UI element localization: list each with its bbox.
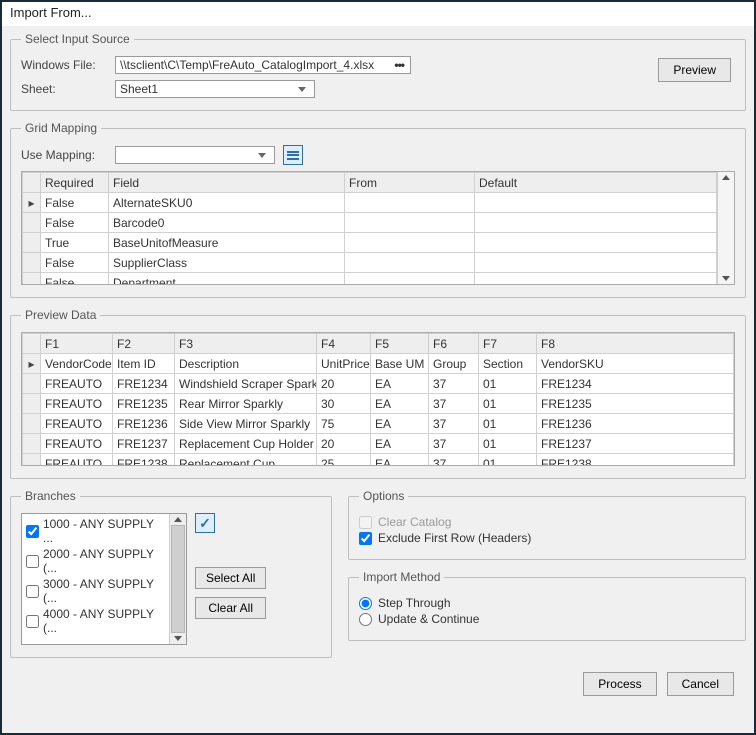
branches-group: Branches 1000 - ANY SUPPLY ...2000 - ANY… <box>10 489 332 658</box>
branch-label: 1000 - ANY SUPPLY ... <box>43 517 165 545</box>
options-group: Options Clear Catalog Exclude First Row … <box>348 489 746 560</box>
exclude-first-row-label: Exclude First Row (Headers) <box>378 531 531 545</box>
import-from-window: Import From... Select Input Source Previ… <box>0 0 756 735</box>
windows-file-label: Windows File: <box>21 58 107 72</box>
branch-label: 2000 - ANY SUPPLY (... <box>43 547 165 575</box>
input-source-legend: Select Input Source <box>21 32 134 46</box>
cancel-button[interactable]: Cancel <box>667 672 734 696</box>
use-mapping-select[interactable] <box>115 146 275 164</box>
preview-data-legend: Preview Data <box>21 308 100 322</box>
preview-col[interactable]: F8 <box>537 334 734 354</box>
table-row[interactable]: FalseDepartment <box>23 273 717 285</box>
client-area: Select Input Source Preview Windows File… <box>2 26 754 733</box>
step-through-label: Step Through <box>378 596 451 610</box>
scroll-up-icon[interactable] <box>722 175 730 180</box>
update-continue-option[interactable]: Update & Continue <box>359 612 735 626</box>
branch-label: 4000 - ANY SUPPLY (... <box>43 607 165 635</box>
use-mapping-label: Use Mapping: <box>21 148 107 162</box>
update-continue-radio[interactable] <box>359 613 372 626</box>
table-row[interactable]: FalseSupplierClass <box>23 253 717 273</box>
chevron-down-icon <box>258 153 266 158</box>
table-row[interactable]: ▸VendorCodeItem IDDescriptionUnitPriceBa… <box>23 354 734 374</box>
scroll-up-icon[interactable] <box>174 517 182 522</box>
scroll-down-icon[interactable] <box>174 636 182 641</box>
table-row[interactable]: FREAUTOFRE1238Replacement Cup25EA3701FRE… <box>23 454 734 466</box>
preview-header-row: F1F2F3F4F5F6F7F8 <box>23 334 734 354</box>
table-row[interactable]: TrueBaseUnitofMeasure <box>23 233 717 253</box>
sheet-value: Sheet1 <box>120 82 158 96</box>
branches-legend: Branches <box>21 489 80 503</box>
check-all-icon[interactable]: ✓ <box>195 513 215 533</box>
col-field[interactable]: Field <box>109 173 345 193</box>
step-through-option[interactable]: Step Through <box>359 596 735 610</box>
clear-catalog-option: Clear Catalog <box>359 515 735 529</box>
lower-pane: Branches 1000 - ANY SUPPLY ...2000 - ANY… <box>10 489 746 658</box>
preview-col[interactable]: F4 <box>317 334 371 354</box>
preview-col[interactable]: F5 <box>371 334 429 354</box>
table-row[interactable]: FalseBarcode0 <box>23 213 717 233</box>
clear-catalog-checkbox <box>359 516 372 529</box>
list-item[interactable]: 4000 - ANY SUPPLY (... <box>24 606 167 636</box>
list-item[interactable]: 2000 - ANY SUPPLY (... <box>24 546 167 576</box>
select-all-button[interactable]: Select All <box>195 567 266 589</box>
scroll-thumb[interactable] <box>171 525 185 633</box>
branch-checkbox[interactable] <box>26 585 39 598</box>
grid-mapping-legend: Grid Mapping <box>21 121 101 135</box>
preview-col[interactable]: F2 <box>113 334 175 354</box>
mapping-header-row: Required Field From Default <box>23 173 717 193</box>
table-row[interactable]: ▸FalseAlternateSKU0 <box>23 193 717 213</box>
table-row[interactable]: FREAUTOFRE1235Rear Mirror Sparkly30EA370… <box>23 394 734 414</box>
clear-catalog-label: Clear Catalog <box>378 515 451 529</box>
import-method-legend: Import Method <box>359 570 444 584</box>
preview-col[interactable]: F6 <box>429 334 479 354</box>
branch-label: 3000 - ANY SUPPLY (... <box>43 577 165 605</box>
col-default[interactable]: Default <box>475 173 717 193</box>
table-row[interactable]: FREAUTOFRE1234Windshield Scraper Sparkly… <box>23 374 734 394</box>
exclude-first-row-option[interactable]: Exclude First Row (Headers) <box>359 531 735 545</box>
clear-all-button[interactable]: Clear All <box>195 597 266 619</box>
branches-scrollbar[interactable] <box>169 514 186 644</box>
import-method-group: Import Method Step Through Update & Cont… <box>348 570 746 641</box>
preview-grid[interactable]: F1F2F3F4F5F6F7F8 ▸VendorCodeItem IDDescr… <box>21 332 735 466</box>
branch-checkbox[interactable] <box>26 525 39 538</box>
process-button[interactable]: Process <box>583 672 656 696</box>
preview-data-group: Preview Data F1F2F3F4F5F6F7F8 ▸VendorCod… <box>10 308 746 479</box>
branch-checkbox[interactable] <box>26 615 39 628</box>
branch-checkbox[interactable] <box>26 555 39 568</box>
windows-file-field[interactable]: \\tsclient\C\Temp\FreAuto_CatalogImport_… <box>115 56 411 74</box>
preview-col[interactable]: F3 <box>175 334 317 354</box>
preview-col[interactable]: F7 <box>479 334 537 354</box>
list-item[interactable]: 3000 - ANY SUPPLY (... <box>24 576 167 606</box>
scroll-down-icon[interactable] <box>722 276 730 281</box>
sheet-select[interactable]: Sheet1 <box>115 80 315 98</box>
col-from[interactable]: From <box>345 173 475 193</box>
sheet-label: Sheet: <box>21 82 107 96</box>
table-row[interactable]: FREAUTOFRE1237Replacement Cup Holder20EA… <box>23 434 734 454</box>
chevron-down-icon <box>298 87 306 92</box>
update-continue-label: Update & Continue <box>378 612 479 626</box>
mapping-list-icon[interactable] <box>283 145 303 165</box>
preview-button[interactable]: Preview <box>658 58 731 82</box>
grid-mapping-group: Grid Mapping Use Mapping: Re <box>10 121 746 298</box>
exclude-first-row-checkbox[interactable] <box>359 532 372 545</box>
windows-file-value: \\tsclient\C\Temp\FreAuto_CatalogImport_… <box>120 58 374 72</box>
branches-list[interactable]: 1000 - ANY SUPPLY ...2000 - ANY SUPPLY (… <box>21 513 187 645</box>
options-legend: Options <box>359 489 408 503</box>
col-required[interactable]: Required <box>41 173 109 193</box>
input-source-group: Select Input Source Preview Windows File… <box>10 32 746 111</box>
window-title: Import From... <box>2 2 754 26</box>
preview-col[interactable]: F1 <box>41 334 113 354</box>
mapping-scrollbar[interactable] <box>717 172 734 284</box>
mapping-grid[interactable]: Required Field From Default ▸FalseAltern… <box>21 171 735 285</box>
step-through-radio[interactable] <box>359 597 372 610</box>
dialog-footer: Process Cancel <box>10 668 746 696</box>
table-row[interactable]: FREAUTOFRE1236Side View Mirror Sparkly75… <box>23 414 734 434</box>
browse-file-icon[interactable]: ••• <box>392 58 406 72</box>
list-item[interactable]: 1000 - ANY SUPPLY ... <box>24 516 167 546</box>
